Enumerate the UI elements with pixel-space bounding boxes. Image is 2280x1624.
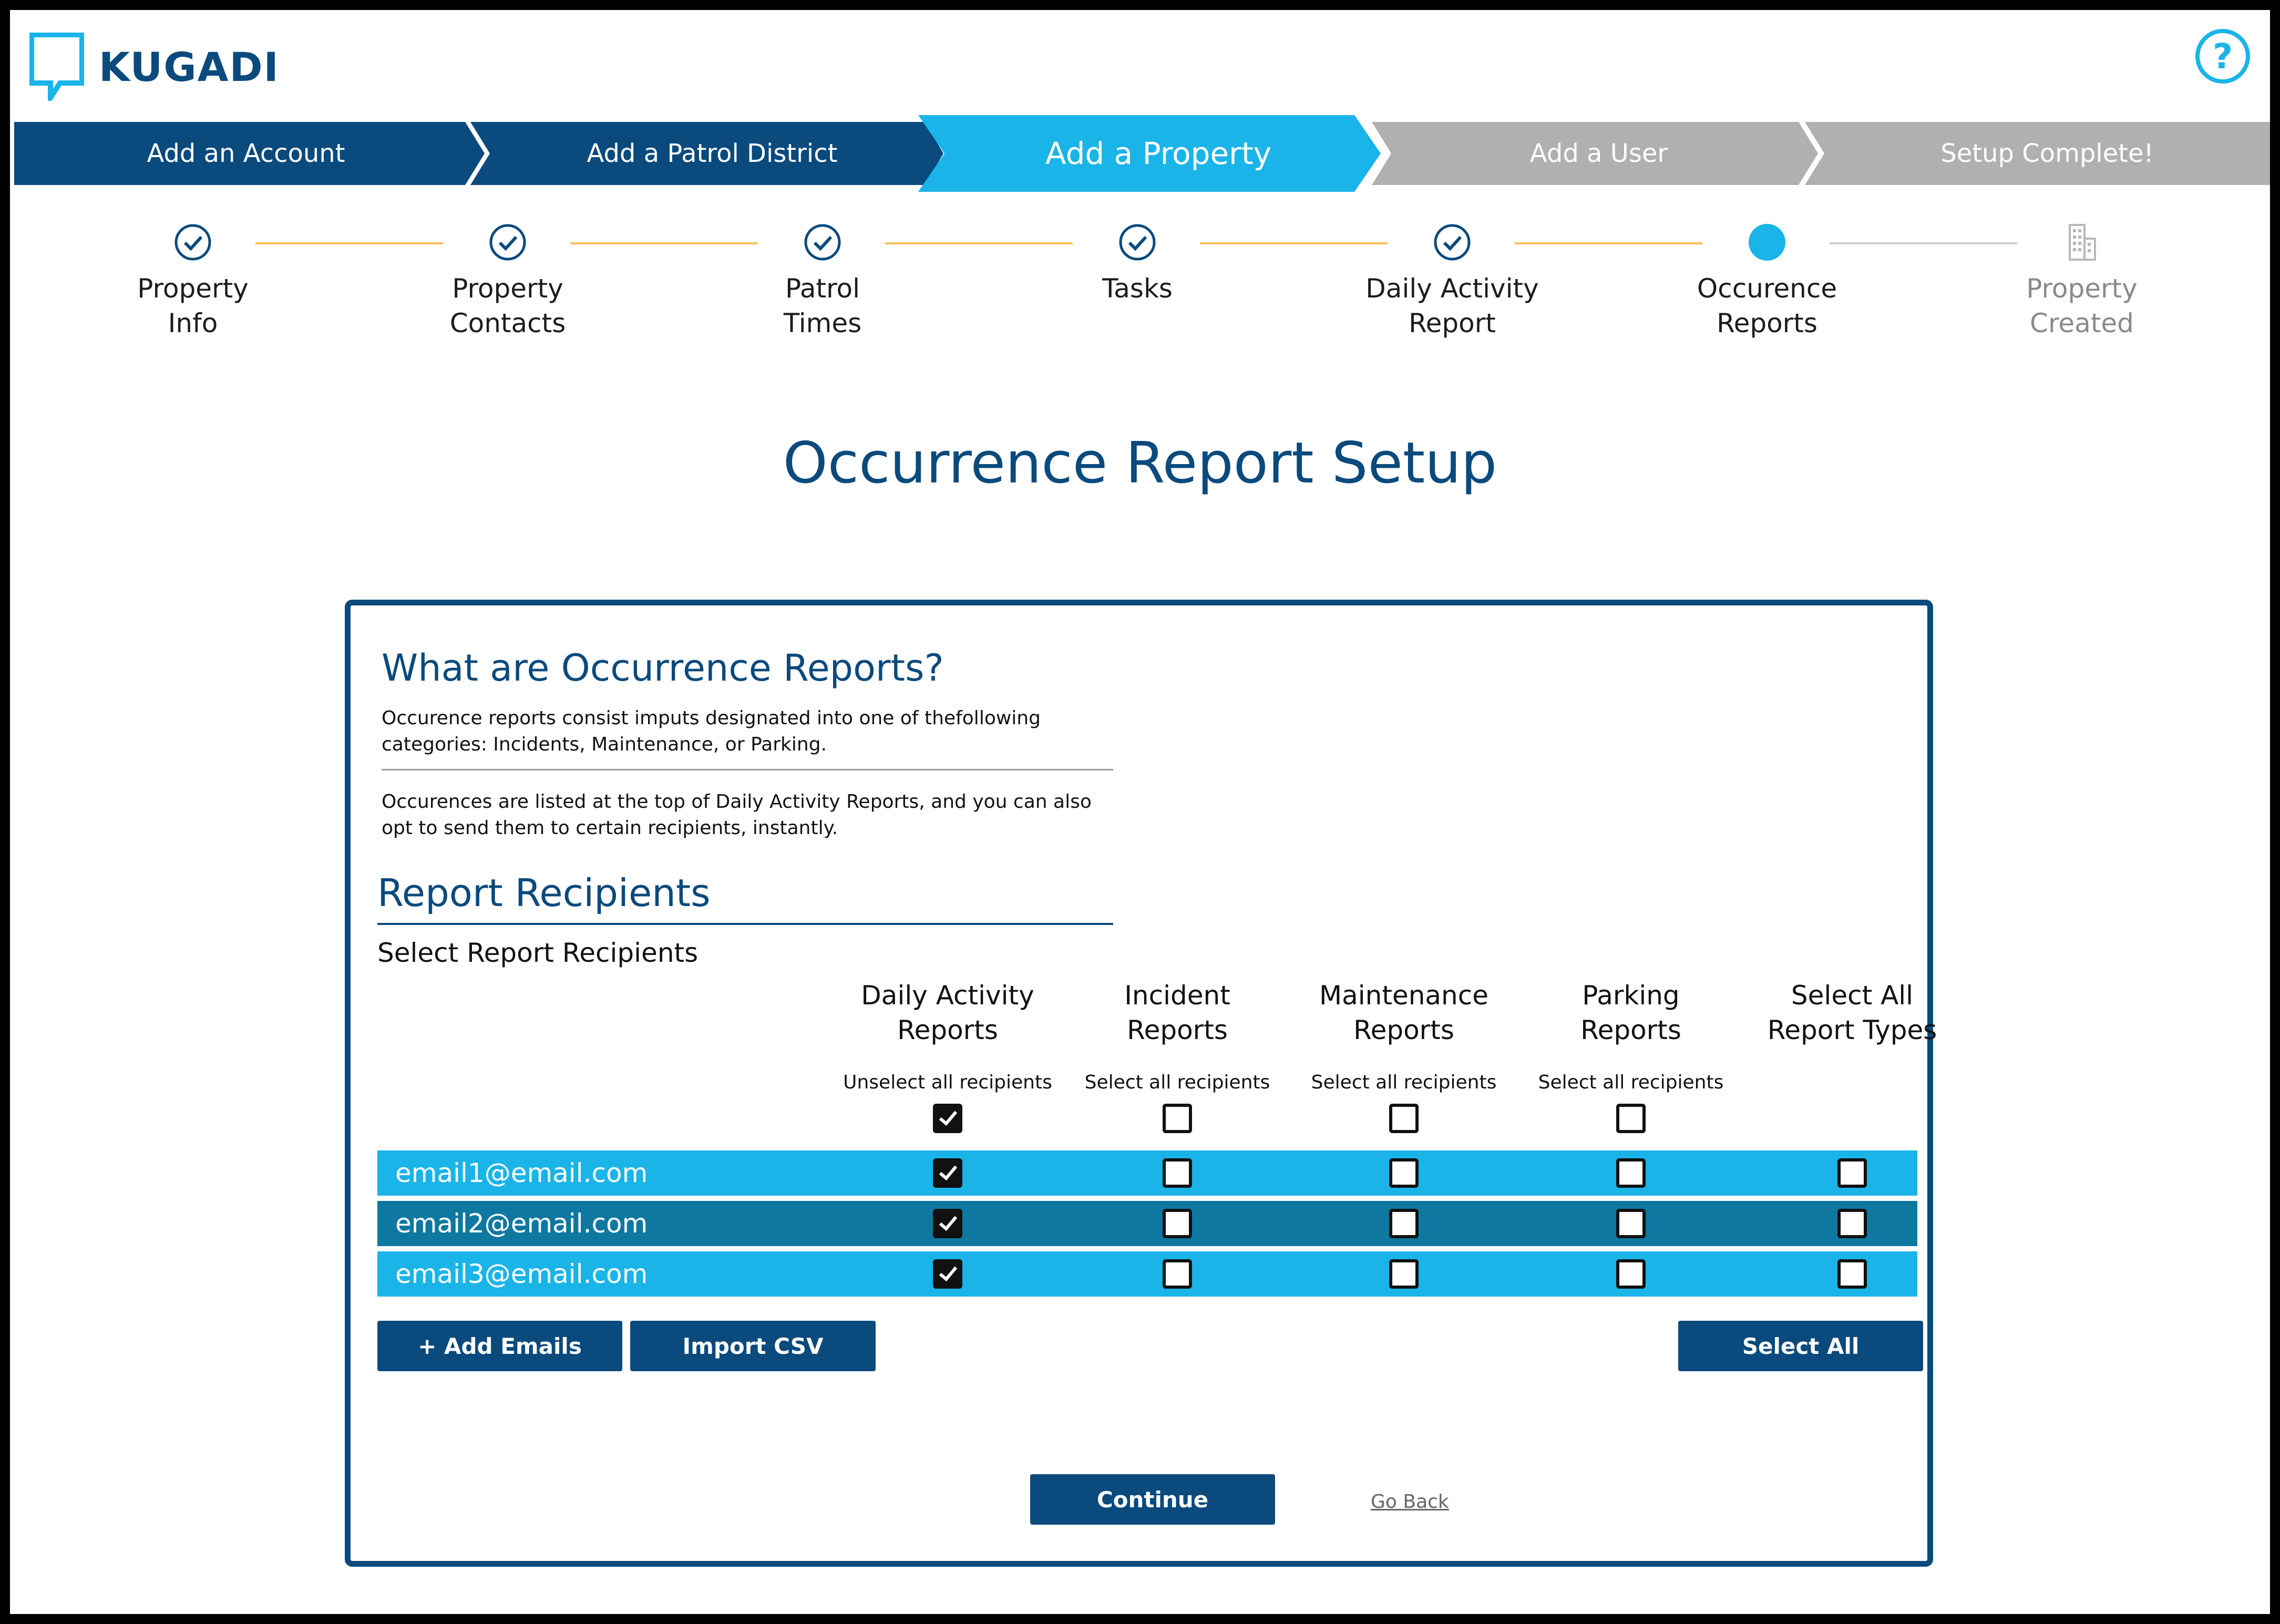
substep-label: Tasks bbox=[1102, 273, 1173, 304]
recipient-report-checkbox[interactable] bbox=[1163, 1158, 1192, 1188]
info-paragraph-2: Occurences are listed at the top of Dail… bbox=[382, 791, 1092, 839]
wizard-step-setup-complete[interactable]: Setup Complete! bbox=[1824, 122, 2270, 185]
recipient-report-checkbox[interactable] bbox=[933, 1259, 962, 1289]
occurrence-setup-panel: What are Occurrence Reports? Occurence r… bbox=[345, 600, 1937, 1567]
select-all-incident-link[interactable]: Select all recipients bbox=[1067, 1072, 1288, 1093]
wizard-step-label: Add a User bbox=[1529, 139, 1668, 168]
wizard-step-label: Add an Account bbox=[147, 139, 345, 168]
recipient-report-checkbox[interactable] bbox=[1616, 1209, 1646, 1238]
wizard-progress-bar: Add an Account Add a Patrol District Add… bbox=[14, 114, 2270, 193]
select-all-column-checkbox[interactable] bbox=[1616, 1104, 1646, 1133]
recipient-report-checkbox[interactable] bbox=[1837, 1209, 1867, 1238]
substep-daily-activity-report[interactable]: Daily Activity Report bbox=[1342, 223, 1563, 341]
info-title: What are Occurrence Reports? bbox=[382, 646, 944, 690]
substep-tasks[interactable]: Tasks bbox=[1027, 223, 1248, 306]
wizard-step-add-account[interactable]: Add an Account bbox=[14, 122, 478, 185]
page-title: Occurrence Report Setup bbox=[783, 430, 1497, 496]
column-header-incident: Incident Reports bbox=[1124, 980, 1230, 1045]
select-all-parking-link[interactable]: Select all recipients bbox=[1521, 1072, 1741, 1093]
substep-property-info[interactable]: Property Info bbox=[83, 223, 303, 341]
column-header-maintenance: Maintenance Reports bbox=[1319, 980, 1488, 1045]
check-circle-icon bbox=[173, 223, 212, 262]
recipient-report-checkbox[interactable] bbox=[1616, 1259, 1646, 1289]
wizard-step-label: Add a Property bbox=[1045, 136, 1272, 171]
substep-property-contacts[interactable]: Property Contacts bbox=[397, 223, 618, 341]
wizard-step-add-property[interactable]: Add a Property bbox=[940, 115, 1377, 192]
wizard-step-add-patrol-district[interactable]: Add a Patrol District bbox=[485, 122, 940, 185]
substep-label: Daily Activity Report bbox=[1365, 273, 1539, 338]
recipient-report-checkbox[interactable] bbox=[933, 1209, 962, 1238]
recipient-row: email3@email.com bbox=[377, 1251, 1917, 1297]
column-header-select-all-types: Select All Report Types bbox=[1767, 980, 1937, 1045]
select-all-button[interactable]: Select All bbox=[1678, 1321, 1923, 1371]
recipient-report-checkbox[interactable] bbox=[1837, 1259, 1867, 1289]
recipient-report-checkbox[interactable] bbox=[1616, 1158, 1646, 1188]
wizard-step-label: Add a Patrol District bbox=[587, 139, 838, 168]
column-header-parking: Parking Reports bbox=[1580, 980, 1681, 1045]
recipient-report-checkbox[interactable] bbox=[933, 1158, 962, 1188]
continue-button[interactable]: Continue bbox=[1030, 1474, 1275, 1525]
select-all-column-checkbox[interactable] bbox=[933, 1104, 962, 1133]
recipient-report-checkbox[interactable] bbox=[1163, 1209, 1192, 1238]
info-paragraph-1: Occurence reports consist imputs designa… bbox=[382, 707, 1041, 755]
substep-label: Property Created bbox=[2026, 273, 2138, 338]
recipients-subtitle: Select Report Recipients bbox=[377, 938, 699, 968]
recipient-row: email2@email.com bbox=[377, 1201, 1917, 1246]
divider bbox=[382, 769, 1113, 770]
recipient-email: email3@email.com bbox=[395, 1259, 648, 1289]
substep-occurence-reports[interactable]: Occurence Reports bbox=[1657, 223, 1877, 341]
select-all-column-checkbox[interactable] bbox=[1389, 1104, 1419, 1133]
kugadi-logo: KUGADI bbox=[29, 27, 280, 106]
wizard-step-add-user[interactable]: Add a User bbox=[1391, 122, 1806, 185]
select-all-column-checkbox[interactable] bbox=[1163, 1104, 1192, 1133]
recipient-row: email1@email.com bbox=[377, 1150, 1917, 1196]
speech-bubble-logo-icon bbox=[29, 33, 84, 101]
recipient-report-checkbox[interactable] bbox=[1389, 1158, 1419, 1188]
substep-label: Patrol Times bbox=[783, 273, 862, 338]
substep-label: Occurence Reports bbox=[1697, 273, 1837, 338]
question-mark-icon: ? bbox=[2212, 36, 2233, 77]
brand-name: KUGADI bbox=[99, 43, 280, 90]
recipients-title: Report Recipients bbox=[377, 871, 711, 915]
recipient-report-checkbox[interactable] bbox=[1389, 1259, 1419, 1289]
substep-label: Property Contacts bbox=[449, 273, 566, 338]
app-window: KUGADI ? Add an Account Add a Patrol Dis… bbox=[10, 10, 2270, 1614]
check-circle-icon bbox=[1118, 223, 1157, 262]
recipient-report-checkbox[interactable] bbox=[1389, 1209, 1419, 1238]
divider bbox=[377, 923, 1113, 925]
substep-tracker: Property Info Property Contacts Patrol T… bbox=[10, 223, 2270, 359]
substep-patrol-times[interactable]: Patrol Times bbox=[712, 223, 933, 341]
go-back-link[interactable]: Go Back bbox=[1371, 1491, 1449, 1513]
select-all-maintenance-link[interactable]: Select all recipients bbox=[1293, 1072, 1514, 1093]
substep-property-created[interactable]: Property Created bbox=[1971, 223, 2192, 341]
substep-label: Property Info bbox=[137, 273, 249, 338]
recipient-report-checkbox[interactable] bbox=[1837, 1158, 1867, 1188]
recipient-email: email2@email.com bbox=[395, 1208, 648, 1239]
check-circle-icon bbox=[488, 223, 527, 262]
help-button[interactable]: ? bbox=[2195, 29, 2250, 84]
current-step-dot-icon bbox=[1748, 223, 1786, 262]
building-icon bbox=[2062, 223, 2101, 262]
check-circle-icon bbox=[1433, 223, 1472, 262]
import-csv-button[interactable]: Import CSV bbox=[630, 1321, 876, 1371]
add-emails-button[interactable]: + Add Emails bbox=[377, 1321, 622, 1371]
check-circle-icon bbox=[803, 223, 842, 262]
wizard-step-label: Setup Complete! bbox=[1940, 139, 2154, 168]
recipient-email: email1@email.com bbox=[395, 1158, 648, 1188]
column-header-daily-activity: Daily Activity Reports bbox=[861, 980, 1034, 1045]
recipient-report-checkbox[interactable] bbox=[1163, 1259, 1192, 1289]
unselect-all-daily-activity-link[interactable]: Unselect all recipients bbox=[837, 1072, 1058, 1093]
